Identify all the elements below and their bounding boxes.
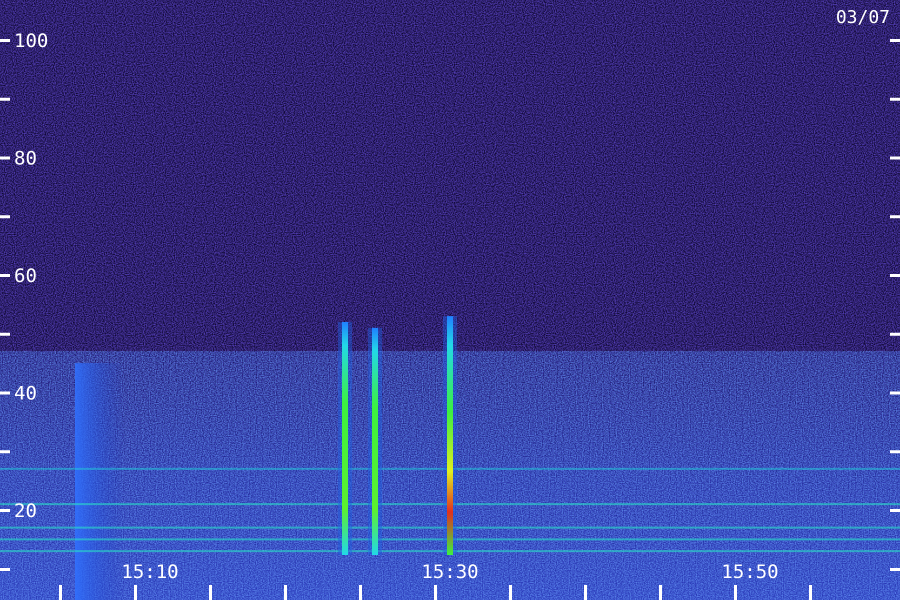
y-tick: [0, 156, 10, 160]
y-tick: [0, 391, 10, 395]
y-tick: [0, 39, 10, 42]
y-tick-right: [890, 509, 900, 512]
y-tick-label: 60: [14, 265, 37, 287]
y-tick-right: [890, 97, 900, 101]
x-tick: [734, 585, 737, 600]
y-tick: [0, 274, 10, 277]
x-tick: [659, 585, 662, 600]
x-tick: [359, 585, 362, 600]
y-tick-right: [890, 156, 900, 160]
y-tick-label: 100: [14, 30, 48, 52]
y-tick-right: [890, 274, 900, 277]
x-tick-label: 15:50: [721, 561, 778, 583]
y-tick: [0, 450, 10, 454]
burst-event: [338, 322, 352, 555]
y-tick: [0, 568, 10, 571]
y-tick-label: 20: [14, 500, 37, 522]
x-tick: [209, 585, 212, 600]
y-tick-label: 80: [14, 148, 37, 170]
x-tick: [809, 585, 812, 600]
y-tick-right: [890, 391, 900, 395]
y-tick: [0, 215, 10, 219]
spectrogram: 20 40 60 80 100 15:10 15:30 15:50 03/07: [0, 0, 900, 600]
y-tick-right: [890, 450, 900, 454]
x-tick: [284, 585, 287, 600]
x-tick-label: 15:10: [121, 561, 178, 583]
burst-event: [368, 327, 382, 555]
y-tick: [0, 97, 10, 101]
x-tick: [509, 585, 512, 600]
y-tick-right: [890, 215, 900, 219]
x-tick: [434, 585, 437, 600]
y-tick-right: [890, 332, 900, 336]
y-tick: [0, 509, 10, 512]
burst-event: [443, 316, 457, 555]
y-tick-right: [890, 39, 900, 42]
early-emission: [75, 363, 125, 600]
y-tick: [0, 332, 10, 336]
y-tick-right: [890, 568, 900, 571]
x-tick: [134, 585, 137, 600]
x-tick: [584, 585, 587, 600]
x-tick: [59, 585, 62, 600]
x-tick-label: 15:30: [421, 561, 478, 583]
date-label: 03/07: [836, 7, 890, 28]
y-tick-label: 40: [14, 383, 37, 405]
